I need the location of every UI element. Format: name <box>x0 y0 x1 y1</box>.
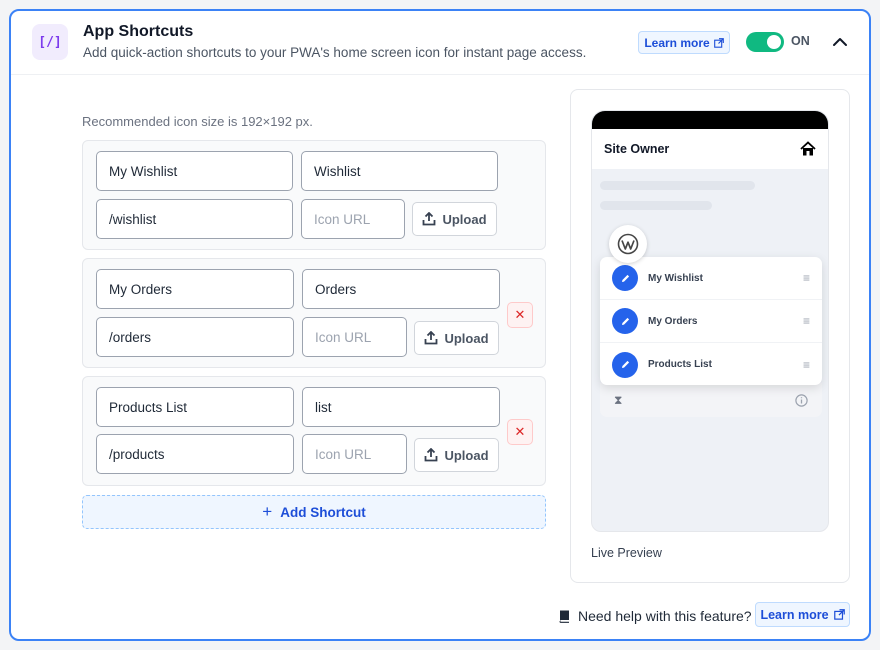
drag-handle-icon: ≡ <box>802 314 810 328</box>
info-icon <box>795 393 808 407</box>
upload-icon <box>423 212 436 226</box>
chevron-up-icon[interactable] <box>831 33 849 51</box>
section-title: App Shortcuts <box>83 23 194 40</box>
live-preview-panel: Site Owner My Wishlist ≡ My Orders ≡ Pro… <box>570 89 850 583</box>
shortcut-url-input[interactable]: /orders <box>96 317 294 357</box>
section-header[interactable]: [/] App Shortcuts Add quick-action short… <box>11 11 869 75</box>
upload-button[interactable]: Upload <box>412 202 497 236</box>
plus-icon: + <box>262 502 273 521</box>
preview-dock: ⧗ <box>600 383 822 417</box>
learn-more-label: Learn more <box>760 607 829 622</box>
shortcut-short-name-input[interactable]: list <box>302 387 500 427</box>
skeleton-line <box>600 181 755 190</box>
pencil-icon <box>612 308 638 334</box>
learn-more-button[interactable]: Learn more <box>638 31 730 54</box>
external-link-icon <box>833 609 845 620</box>
site-title: Site Owner <box>604 142 670 156</box>
upload-button[interactable]: Upload <box>414 438 499 472</box>
phone-mockup: Site Owner My Wishlist ≡ My Orders ≡ Pro… <box>591 110 829 532</box>
upload-icon <box>425 331 438 345</box>
icon-url-input[interactable]: Icon URL <box>302 317 407 357</box>
shortcut-url-input[interactable]: /wishlist <box>96 199 293 239</box>
shortcut-short-name-input[interactable]: Orders <box>302 269 500 309</box>
help-text: Need help with this feature? <box>578 608 752 624</box>
shortcut-name-input[interactable]: My Orders <box>96 269 294 309</box>
upload-label: Upload <box>444 330 489 346</box>
app-shortcuts-card: [/] App Shortcuts Add quick-action short… <box>9 9 871 641</box>
preview-menu-item: My Orders ≡ <box>600 300 822 343</box>
home-icon <box>800 141 816 156</box>
hourglass-icon: ⧗ <box>614 392 623 407</box>
upload-button[interactable]: Upload <box>414 321 499 355</box>
remove-shortcut-button[interactable]: ✕ <box>507 419 533 445</box>
remove-shortcut-button[interactable]: ✕ <box>507 302 533 328</box>
preview-menu-label: My Wishlist <box>648 272 703 284</box>
footer-learn-more-button[interactable]: Learn more <box>755 602 850 627</box>
shortcut-row: Products List list /products Icon URL Up… <box>82 376 546 486</box>
wordpress-icon <box>609 225 647 263</box>
shortcut-row: My Wishlist Wishlist /wishlist Icon URL … <box>82 140 546 250</box>
section-subtitle: Add quick-action shortcuts to your PWA's… <box>83 45 587 60</box>
toggle-state-label: ON <box>791 34 810 48</box>
live-preview-caption: Live Preview <box>591 546 662 560</box>
shortcut-name-input[interactable]: My Wishlist <box>96 151 293 191</box>
skeleton-line <box>600 201 712 210</box>
close-icon: ✕ <box>514 307 526 322</box>
upload-label: Upload <box>442 211 487 227</box>
shortcut-code-icon: [/] <box>32 24 68 60</box>
preview-menu-label: Products List <box>648 359 712 370</box>
icon-url-input[interactable]: Icon URL <box>302 434 407 474</box>
learn-more-label: Learn more <box>644 35 710 50</box>
upload-label: Upload <box>444 447 489 463</box>
toggle-knob <box>767 35 781 49</box>
close-icon: ✕ <box>514 424 526 439</box>
book-icon <box>559 610 569 623</box>
icon-size-note: Recommended icon size is 192×192 px. <box>82 114 313 129</box>
upload-icon <box>425 448 438 462</box>
preview-menu-label: My Orders <box>648 315 698 327</box>
external-link-icon <box>713 37 724 48</box>
pencil-icon <box>612 265 638 291</box>
phone-status-bar <box>592 111 828 129</box>
shortcut-url-input[interactable]: /products <box>96 434 294 474</box>
shortcut-menu-preview: My Wishlist ≡ My Orders ≡ Products List … <box>600 257 822 385</box>
icon-url-input[interactable]: Icon URL <box>301 199 405 239</box>
feature-toggle[interactable] <box>746 32 784 52</box>
preview-menu-item: Products List ≡ <box>600 343 822 386</box>
shortcut-name-input[interactable]: Products List <box>96 387 294 427</box>
drag-handle-icon: ≡ <box>802 271 810 285</box>
preview-menu-item: My Wishlist ≡ <box>600 257 822 300</box>
shortcut-short-name-input[interactable]: Wishlist <box>301 151 498 191</box>
drag-handle-icon: ≡ <box>802 357 810 372</box>
pencil-icon <box>612 351 638 378</box>
shortcut-row: My Orders Orders /orders Icon URL Upload… <box>82 258 546 368</box>
add-shortcut-button[interactable]: + Add Shortcut <box>82 495 546 529</box>
add-shortcut-label: Add Shortcut <box>280 504 366 520</box>
phone-app-bar: Site Owner <box>592 129 828 169</box>
